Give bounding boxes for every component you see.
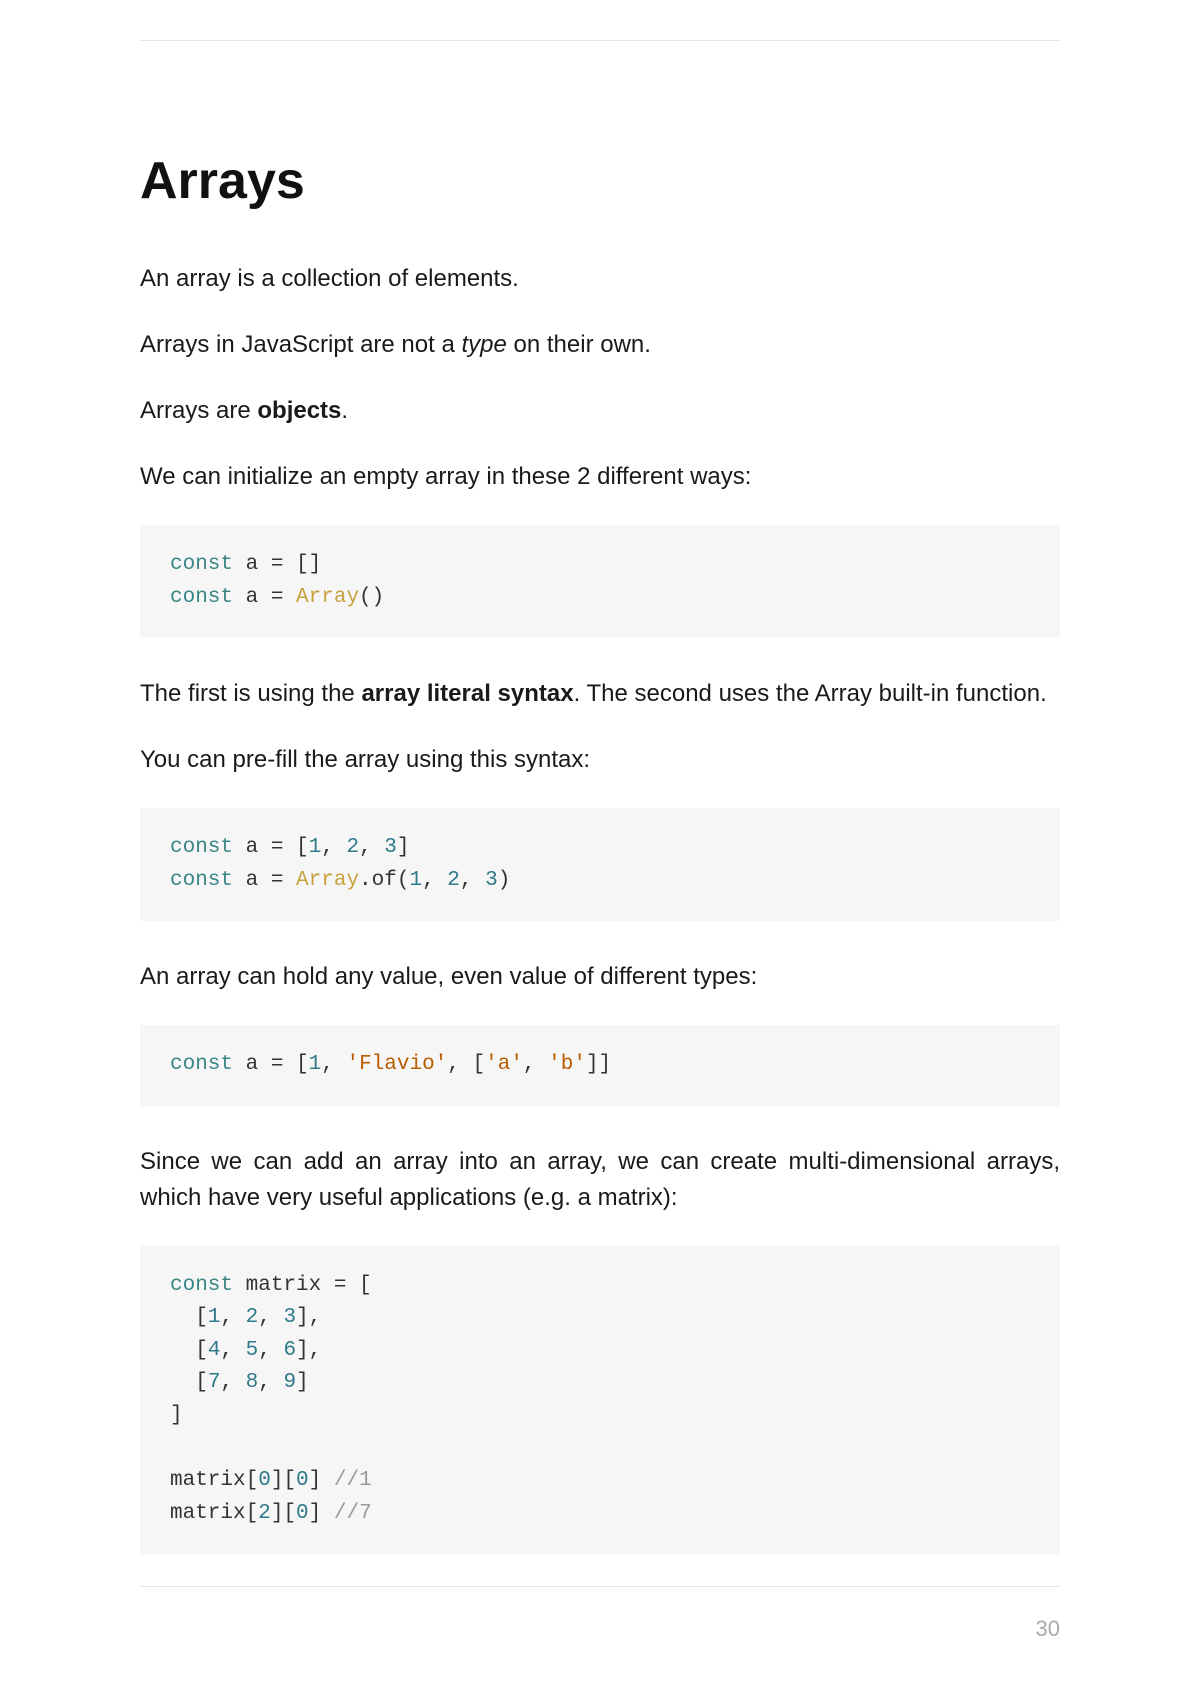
code-text: .of( [359, 869, 409, 892]
paragraph: An array can hold any value, even value … [140, 959, 1060, 995]
code-text: , [258, 1339, 283, 1362]
code-text: () [359, 586, 384, 609]
code-text: ] [397, 836, 410, 859]
code-number: 2 [258, 1502, 271, 1525]
code-block: const a = [1, 'Flavio', ['a', 'b']] [140, 1025, 1060, 1106]
code-text: , [ [447, 1053, 485, 1076]
code-text: matrix[ [170, 1502, 258, 1525]
code-text: , [258, 1306, 283, 1329]
code-keyword: const [170, 1053, 233, 1076]
code-text: , [220, 1339, 245, 1362]
code-number: 3 [384, 836, 397, 859]
paragraph: You can pre-fill the array using this sy… [140, 742, 1060, 778]
code-keyword: const [170, 1274, 233, 1297]
code-text: , [359, 836, 384, 859]
code-text: a = [] [233, 553, 321, 576]
code-number: 1 [309, 836, 322, 859]
code-number: 2 [346, 836, 359, 859]
code-keyword: const [170, 869, 233, 892]
code-number: 8 [246, 1371, 259, 1394]
code-number: 5 [246, 1339, 259, 1362]
code-number: 0 [296, 1502, 309, 1525]
code-text: , [220, 1371, 245, 1394]
code-keyword: const [170, 553, 233, 576]
code-number: 0 [258, 1469, 271, 1492]
text: . [341, 397, 348, 424]
code-number: 1 [208, 1306, 221, 1329]
code-string: 'a' [485, 1053, 523, 1076]
code-class: Array [296, 586, 359, 609]
code-comment: //1 [334, 1469, 372, 1492]
paragraph: Arrays are objects. [140, 393, 1060, 429]
code-comment: //7 [334, 1502, 372, 1525]
text: Arrays are [140, 397, 257, 424]
code-number: 2 [447, 869, 460, 892]
paragraph: The first is using the array literal syn… [140, 676, 1060, 712]
text: Arrays in JavaScript are not a [140, 331, 461, 358]
code-keyword: const [170, 836, 233, 859]
code-number: 0 [296, 1469, 309, 1492]
paragraph: Since we can add an array into an array,… [140, 1144, 1060, 1216]
bottom-divider [140, 1586, 1060, 1587]
code-text: ]] [586, 1053, 611, 1076]
code-text: a = [233, 869, 296, 892]
text: . The second uses the Array built-in fun… [574, 680, 1047, 707]
bold-text: array literal syntax [361, 680, 573, 707]
bold-text: objects [257, 397, 341, 424]
text: on their own. [507, 331, 651, 358]
code-number: 6 [283, 1339, 296, 1362]
code-number: 1 [309, 1053, 322, 1076]
code-keyword: const [170, 586, 233, 609]
top-divider [140, 40, 1060, 41]
code-text: , [321, 1053, 346, 1076]
paragraph: An array is a collection of elements. [140, 261, 1060, 297]
code-text: ) [498, 869, 511, 892]
paragraph: Arrays in JavaScript are not a type on t… [140, 327, 1060, 363]
code-text: , [321, 836, 346, 859]
code-text: , [460, 869, 485, 892]
page-number: 30 [1036, 1616, 1060, 1642]
code-text: ][ [271, 1469, 296, 1492]
code-text: a = [ [233, 836, 309, 859]
page-title: Arrays [140, 151, 1060, 211]
code-number: 2 [246, 1306, 259, 1329]
code-text: a = [233, 586, 296, 609]
text: The first is using the [140, 680, 361, 707]
code-number: 9 [283, 1371, 296, 1394]
code-block: const matrix = [ [1, 2, 3], [4, 5, 6], [… [140, 1246, 1060, 1554]
code-number: 3 [283, 1306, 296, 1329]
code-text: , [422, 869, 447, 892]
code-number: 7 [208, 1371, 221, 1394]
code-number: 4 [208, 1339, 221, 1362]
code-string: 'Flavio' [346, 1053, 447, 1076]
code-number: 1 [409, 869, 422, 892]
code-text: a = [ [233, 1053, 309, 1076]
code-text: , [523, 1053, 548, 1076]
italic-text: type [461, 331, 506, 358]
code-text: , [258, 1371, 283, 1394]
code-class: Array [296, 869, 359, 892]
code-text: ] [309, 1502, 334, 1525]
document-page: Arrays An array is a collection of eleme… [0, 0, 1200, 1652]
code-block: const a = [] const a = Array() [140, 525, 1060, 638]
code-number: 3 [485, 869, 498, 892]
code-text: ] [309, 1469, 334, 1492]
code-text: , [220, 1306, 245, 1329]
code-block: const a = [1, 2, 3] const a = Array.of(1… [140, 808, 1060, 921]
code-string: 'b' [548, 1053, 586, 1076]
code-text: ][ [271, 1502, 296, 1525]
paragraph: We can initialize an empty array in thes… [140, 459, 1060, 495]
